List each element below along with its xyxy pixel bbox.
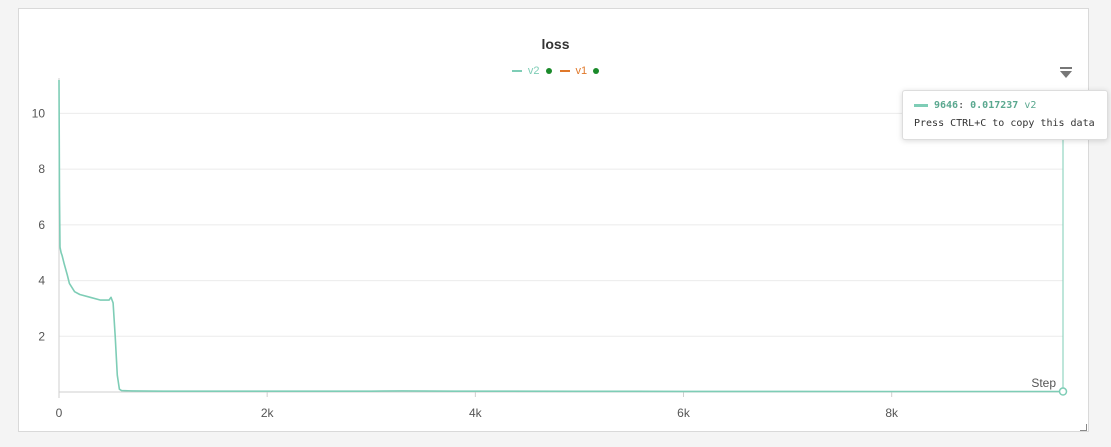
tooltip-swatch xyxy=(914,104,928,107)
y-tick-label: 10 xyxy=(32,106,46,120)
x-tick-label: 8k xyxy=(885,406,899,420)
data-tooltip: 9646: 0.017237 v2 Press CTRL+C to copy t… xyxy=(902,90,1108,140)
x-axis-label: Step xyxy=(1031,376,1056,390)
x-tick-label: 0 xyxy=(56,406,63,420)
y-tick-label: 4 xyxy=(38,274,45,288)
tooltip-hint: Press CTRL+C to copy this data xyxy=(914,118,1095,129)
y-tick-label: 2 xyxy=(38,329,45,343)
tooltip-row: 9646: 0.017237 v2 xyxy=(914,100,1097,111)
hover-point-marker[interactable] xyxy=(1058,387,1068,396)
y-tick-label: 8 xyxy=(38,162,45,176)
tooltip-step: 9646 xyxy=(934,100,959,111)
y-tick-label: 6 xyxy=(38,218,45,232)
line-chart[interactable]: 2 4 6 8 10 0 2k 4k 6k 8k Step xyxy=(0,0,1111,447)
x-tick-label: 6k xyxy=(677,406,691,420)
x-tick-label: 2k xyxy=(261,406,275,420)
tooltip-series: v2 xyxy=(1024,100,1037,111)
x-tick-label: 4k xyxy=(469,406,483,420)
resize-handle-icon[interactable] xyxy=(1080,424,1087,431)
tooltip-separator: : xyxy=(958,100,971,111)
tooltip-value: 0.017237 xyxy=(970,100,1019,111)
